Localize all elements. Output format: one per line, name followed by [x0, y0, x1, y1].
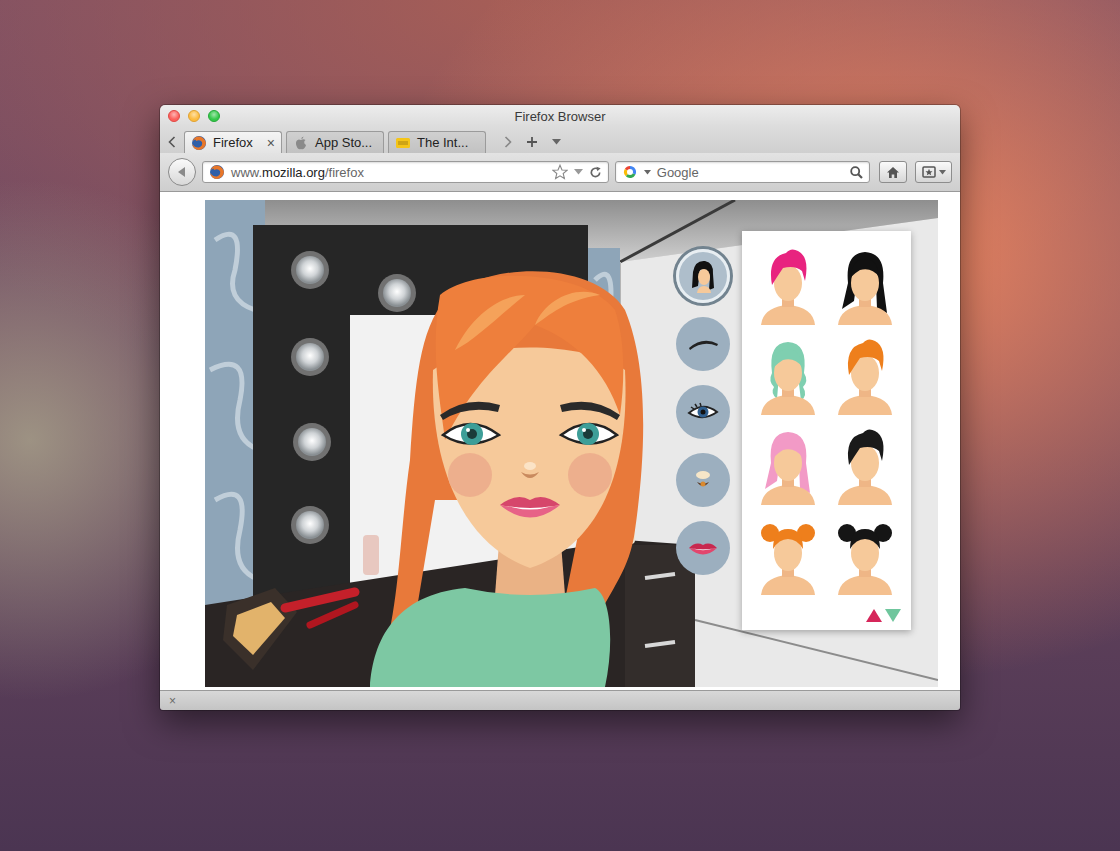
bookmarks-icon — [922, 166, 936, 178]
scroll-up-icon[interactable] — [866, 609, 882, 622]
hairstyle-grid — [752, 243, 901, 595]
lips-icon — [683, 528, 723, 568]
hairstyle-option[interactable] — [830, 513, 902, 595]
address-domain: mozilla.org — [262, 165, 325, 180]
home-icon — [886, 166, 900, 179]
hairstyle-icon — [830, 513, 900, 595]
hairstyle-icon — [830, 423, 900, 505]
home-button[interactable] — [879, 161, 907, 183]
bookmarks-button[interactable] — [915, 161, 952, 183]
hairstyle-panel — [742, 231, 911, 630]
tab-label: App Sto... — [315, 135, 372, 150]
hairstyle-option[interactable] — [752, 243, 824, 325]
firefox-icon — [209, 164, 225, 180]
tab[interactable]: The Int... — [388, 131, 486, 153]
page-content — [160, 192, 960, 690]
magnifier-icon[interactable] — [850, 166, 863, 179]
address-field[interactable]: www.mozilla.org/firefox — [202, 161, 609, 183]
status-close-button[interactable]: × — [169, 694, 176, 708]
hairstyle-option[interactable] — [752, 333, 824, 415]
tab-tools — [504, 131, 561, 153]
search-field[interactable]: Google — [615, 161, 870, 183]
tool-button[interactable] — [676, 317, 730, 371]
panel-scroll — [752, 609, 901, 622]
tab[interactable]: Firefox × — [184, 131, 282, 153]
tool-button[interactable] — [676, 521, 730, 575]
tabs-left-button[interactable] — [168, 131, 178, 153]
back-button[interactable] — [168, 158, 196, 186]
hairstyle-option[interactable] — [752, 513, 824, 595]
chevron-right-icon[interactable] — [504, 136, 512, 148]
reload-icon[interactable] — [589, 166, 602, 179]
makeover-game — [205, 200, 938, 687]
hairstyle-icon — [753, 423, 823, 505]
tool-button[interactable] — [676, 385, 730, 439]
eye-icon — [683, 392, 723, 432]
nose-icon — [683, 460, 723, 500]
address-text: www.mozilla.org/firefox — [231, 165, 546, 180]
tab-bar: Firefox × App Sto... The Int... — [160, 127, 960, 153]
title-bar: Firefox Browser — [160, 105, 960, 127]
close-button[interactable] — [168, 110, 180, 122]
eyebrow-icon — [683, 324, 723, 364]
engine-dropdown-icon[interactable] — [644, 170, 651, 175]
desktop: Firefox Browser Firefox × App Sto... The Int… — [0, 0, 1120, 851]
status-bar: × — [160, 690, 960, 710]
zoom-button[interactable] — [208, 110, 220, 122]
tab-label: Firefox — [213, 135, 253, 150]
tool-button[interactable] — [676, 453, 730, 507]
hairstyle-option[interactable] — [752, 423, 824, 505]
history-dropdown-icon[interactable] — [574, 169, 583, 175]
hairstyle-icon — [753, 333, 823, 415]
scroll-down-icon[interactable] — [885, 609, 901, 622]
window-title: Firefox Browser — [514, 109, 605, 124]
minimize-button[interactable] — [188, 110, 200, 122]
dropdown-icon[interactable] — [552, 139, 561, 145]
window-controls — [160, 110, 514, 122]
tab[interactable]: App Sto... — [286, 131, 384, 153]
tab-label: The Int... — [417, 135, 468, 150]
firefox-icon — [191, 135, 207, 151]
hairstyle-option[interactable] — [830, 243, 902, 325]
avatar — [370, 271, 643, 687]
apple-icon — [293, 135, 309, 151]
hairstyle-icon — [830, 243, 900, 325]
hairstyle-icon — [753, 243, 823, 325]
imdb-icon — [395, 135, 411, 151]
tool-list — [676, 249, 730, 575]
browser-window: Firefox Browser Firefox × App Sto... The Int… — [160, 105, 960, 710]
hairstyle-icon — [830, 333, 900, 415]
back-arrow-icon — [176, 166, 188, 178]
google-icon — [622, 164, 638, 180]
navigation-toolbar: www.mozilla.org/firefox Google — [160, 153, 960, 192]
address-actions — [552, 164, 602, 180]
chevron-left-icon — [168, 136, 176, 148]
hairstyle-icon — [753, 513, 823, 595]
plus-icon[interactable] — [526, 136, 538, 148]
game-controls — [205, 200, 938, 687]
star-icon[interactable] — [552, 164, 568, 180]
hair-icon — [683, 256, 723, 296]
tool-button[interactable] — [676, 249, 730, 303]
tab-close-button[interactable]: × — [263, 135, 275, 151]
search-placeholder: Google — [657, 165, 844, 180]
bookmarks-dropdown-icon — [939, 170, 946, 175]
hairstyle-option[interactable] — [830, 333, 902, 415]
hairstyle-option[interactable] — [830, 423, 902, 505]
